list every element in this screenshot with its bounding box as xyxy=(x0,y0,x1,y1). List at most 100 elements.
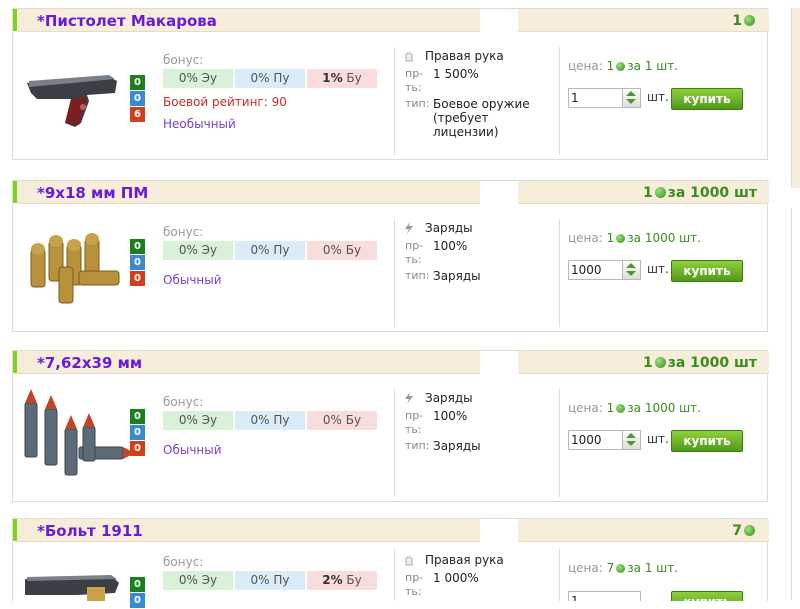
item-title[interactable]: *7,62х39 мм xyxy=(37,354,142,372)
bonus-bu: 0% Бу xyxy=(307,411,377,430)
divider xyxy=(559,47,560,155)
slot-value: Заряды xyxy=(425,391,473,405)
coin-icon xyxy=(616,564,626,573)
price-line: цена: 1 за 1000 шт. xyxy=(568,401,701,415)
pr-label: пр-ть: xyxy=(405,409,424,436)
bonus-pu: 0% Пу xyxy=(235,411,305,430)
item-title[interactable]: *Больт 1911 xyxy=(37,522,143,540)
divider xyxy=(394,389,395,497)
slot-value: Правая рука xyxy=(425,553,504,567)
chevron-up-icon[interactable] xyxy=(626,263,636,268)
item-stats: 0 0 0 xyxy=(130,409,148,457)
quantity-spinner[interactable] xyxy=(622,89,640,107)
bonus-bu: 2% Бу xyxy=(307,571,377,590)
price-suffix: за 1000 шт. xyxy=(627,401,701,415)
divider xyxy=(394,47,395,155)
pr-row: пр-ть: 1 000% xyxy=(405,571,555,598)
item-stats: 0 0 6 xyxy=(130,75,148,123)
quantity-stepper[interactable] xyxy=(568,88,641,108)
item-info: Правая рука пр-ть: 1 500% тип: Боевое ор… xyxy=(405,49,555,139)
bonus-bu-unit: Бу xyxy=(342,71,362,85)
price-value: 7 xyxy=(606,561,615,575)
shop-item-card: *Больт 1911 7 0 0 бонус: 0% Эу 0% Пу 2% … xyxy=(12,518,769,608)
slot-value: Правая рука xyxy=(425,49,504,63)
hand-icon xyxy=(405,556,413,566)
type-row: тип: Заряды xyxy=(405,269,555,285)
stat-blue: 0 xyxy=(130,425,145,440)
stat-red: 0 xyxy=(130,271,145,286)
item-info: Правая рука пр-ть: 1 000% xyxy=(405,553,555,598)
unit-label: шт. xyxy=(647,90,669,104)
slot-row: Заряды xyxy=(405,221,555,239)
bonus-bu-value: 1% xyxy=(322,71,343,85)
bonus-bu-value: 2% xyxy=(322,573,343,587)
battle-rating: Боевой рейтинг: 90 xyxy=(163,95,287,109)
pr-label: пр-ть: xyxy=(405,571,424,598)
price-value: 1 xyxy=(606,59,615,73)
type-value: Заряды xyxy=(433,269,481,283)
unit-label: шт. xyxy=(647,432,669,446)
stat-blue: 0 xyxy=(130,91,145,106)
bonus-eu: 0% Эу xyxy=(163,69,233,88)
item-stats: 0 0 xyxy=(130,577,148,609)
chevron-down-icon[interactable] xyxy=(626,99,636,104)
buy-button[interactable]: купить xyxy=(671,430,743,452)
buy-button[interactable]: купить xyxy=(671,88,743,110)
bonus-label: бонус: xyxy=(163,555,204,569)
chevron-up-icon[interactable] xyxy=(626,433,636,438)
type-row: тип: Боевое оружие (требует лицензии) xyxy=(405,97,555,139)
bonus-bu: 1% Бу xyxy=(307,69,377,88)
price-line: цена: 1 за 1000 шт. xyxy=(568,231,701,245)
chevron-down-icon[interactable] xyxy=(626,441,636,446)
pr-value: 1 000% xyxy=(433,571,479,585)
right-sidebar-panel xyxy=(791,8,800,188)
price-label: цена: xyxy=(568,561,603,575)
pr-value: 100% xyxy=(433,409,468,423)
pr-row: пр-ть: 1 500% xyxy=(405,67,555,97)
slot-row: Правая рука xyxy=(405,49,555,67)
item-title-bar: *9х18 мм ПМ xyxy=(17,181,480,204)
stat-red: 0 xyxy=(130,441,145,456)
type-row: тип: Заряды xyxy=(405,439,555,455)
rarity-label: Необычный xyxy=(163,117,236,131)
lightning-icon xyxy=(405,392,413,404)
pr-value: 100% xyxy=(433,239,468,253)
price-value: 1 xyxy=(606,231,615,245)
bonus-pu: 0% Пу xyxy=(235,69,305,88)
bonus-label: бонус: xyxy=(163,395,204,409)
price-line: цена: 7 за 1 шт. xyxy=(568,561,678,575)
quantity-stepper[interactable] xyxy=(568,260,641,280)
buy-zone: цена: 1 за 1 шт. шт. купить xyxy=(568,9,768,159)
quantity-input[interactable] xyxy=(571,431,621,449)
price-line: цена: 1 за 1 шт. xyxy=(568,59,678,73)
bonus-eu: 0% Эу xyxy=(163,241,233,260)
price-label: цена: xyxy=(568,401,603,415)
chevron-up-icon[interactable] xyxy=(626,91,636,96)
stat-green: 0 xyxy=(130,75,145,90)
buy-button[interactable]: купить xyxy=(671,260,743,282)
pr-row: пр-ть: 100% xyxy=(405,239,555,269)
price-label: цена: xyxy=(568,59,603,73)
shop-item-card: *7,62х39 мм 1 за 1000 шт 0 0 0 бонус: 0%… xyxy=(12,350,769,502)
bonus-bu: 0% Бу xyxy=(307,241,377,260)
item-title[interactable]: *Пистолет Макарова xyxy=(37,12,217,30)
stat-red: 6 xyxy=(130,107,145,122)
divider xyxy=(394,219,395,327)
divider xyxy=(559,389,560,497)
right-sidebar-panel xyxy=(791,208,800,600)
quantity-spinner[interactable] xyxy=(622,261,640,279)
type-label: тип: xyxy=(405,439,430,452)
lightning-icon xyxy=(405,222,413,234)
quantity-input[interactable] xyxy=(571,89,621,107)
quantity-stepper[interactable] xyxy=(568,430,641,450)
chevron-down-icon[interactable] xyxy=(626,271,636,276)
item-title-bar: *Больт 1911 xyxy=(17,519,480,542)
price-label: цена: xyxy=(568,231,603,245)
bonus-label: бонус: xyxy=(163,53,204,67)
quantity-input[interactable] xyxy=(571,261,621,279)
item-title[interactable]: *9х18 мм ПМ xyxy=(37,184,148,202)
stat-green: 0 xyxy=(130,239,145,254)
quantity-spinner[interactable] xyxy=(622,431,640,449)
hand-icon xyxy=(405,52,413,62)
pr-row: пр-ть: 100% xyxy=(405,409,555,439)
